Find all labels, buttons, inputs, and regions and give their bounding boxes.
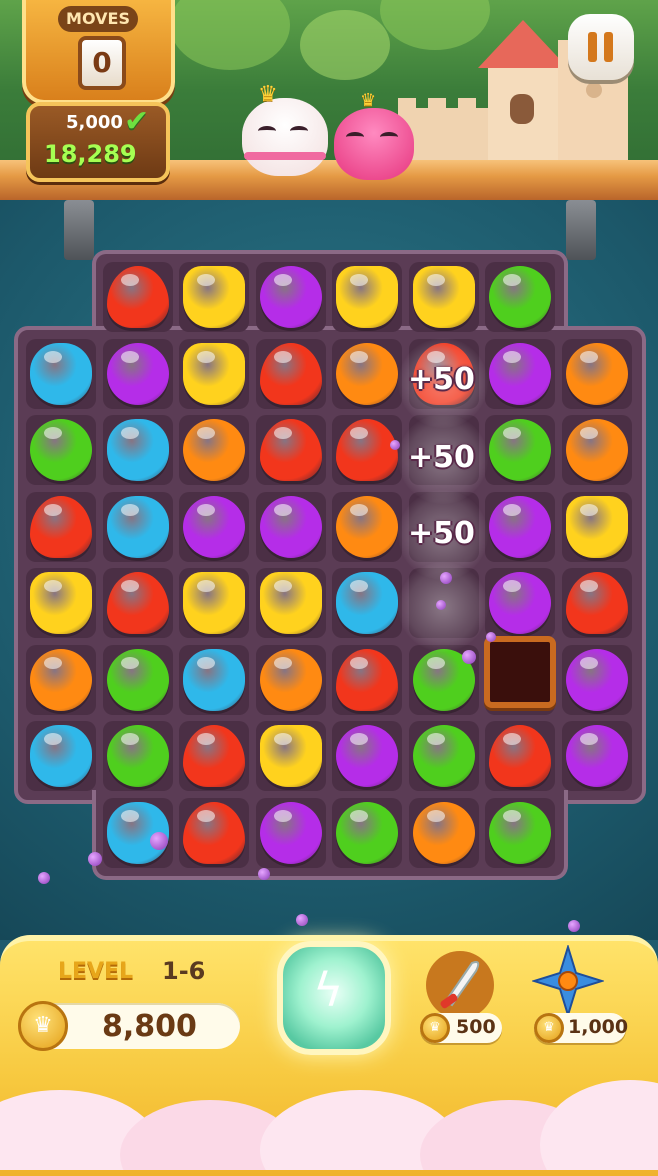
blue-gem[interactable] [336, 572, 398, 634]
coin-total: 8,800 [102, 1009, 197, 1044]
eye [290, 126, 308, 136]
green-gem[interactable] [336, 801, 398, 864]
orange-gem[interactable] [183, 419, 245, 481]
green-gem[interactable] [489, 801, 551, 864]
purple-gem[interactable] [259, 801, 322, 864]
sword-icon [426, 951, 494, 1019]
yellow-gem[interactable] [183, 266, 245, 328]
green-gem[interactable] [106, 725, 169, 787]
green-gem[interactable] [412, 725, 475, 787]
score-panel: 5,000 ✔ 18,289 [26, 102, 170, 182]
moves-label: MOVES [58, 6, 138, 32]
moves-panel: MOVES 0 [22, 0, 175, 104]
cloud [540, 1080, 658, 1170]
orange-gem[interactable] [259, 648, 322, 711]
foliage [300, 10, 390, 80]
pink-princess-character: ♛ [334, 90, 414, 180]
eye [380, 132, 398, 142]
coin-icon: ♛ [18, 1001, 68, 1051]
yellow-gem[interactable] [259, 725, 322, 787]
belt [244, 152, 326, 160]
current-score: 18,289 [44, 140, 137, 168]
sword-price-value: 500 [456, 1016, 496, 1038]
check-icon: ✔ [124, 104, 150, 139]
purple-gem[interactable] [565, 648, 628, 711]
score-popup: +50 [408, 362, 475, 397]
green-gem[interactable] [489, 266, 551, 328]
orange-gem[interactable] [336, 495, 398, 558]
yellow-gem[interactable] [30, 572, 92, 634]
power-booster-button[interactable]: ϟ [277, 941, 391, 1055]
coin-balance: ♛ 8,800 [18, 1001, 240, 1051]
bubble [568, 920, 580, 932]
score-popup: +50 [408, 516, 475, 551]
bubble [38, 872, 50, 884]
purple-gem[interactable] [183, 495, 245, 558]
blue-gem[interactable] [106, 495, 169, 558]
crown-icon: ♛ [360, 90, 377, 111]
pause-button[interactable] [568, 14, 634, 80]
purple-gem[interactable] [489, 495, 551, 558]
shuriken-price: ♛ 1,000 [534, 1013, 629, 1043]
empty-tile[interactable] [484, 636, 556, 708]
clouds-decoration [0, 1070, 658, 1170]
eye [258, 126, 276, 136]
yellow-gem[interactable] [565, 495, 628, 558]
crown-icon: ♛ [258, 82, 278, 107]
eye [346, 132, 364, 142]
orange-gem[interactable] [412, 801, 475, 864]
bubble [296, 914, 308, 926]
blue-gem[interactable] [30, 725, 92, 787]
board-bracket [566, 200, 596, 260]
bubble [150, 832, 168, 850]
target-score: 5,000 [66, 112, 123, 133]
level-label: LEVEL [58, 959, 134, 984]
bubble [440, 572, 452, 584]
score-popup: +50 [408, 440, 475, 475]
level-value: 1-6 [162, 957, 206, 985]
purple-gem[interactable] [565, 725, 628, 787]
yellow-gem[interactable] [183, 342, 245, 405]
bubble [88, 852, 102, 866]
purple-gem[interactable] [489, 572, 551, 634]
lightning-icon: ϟ [313, 963, 344, 1017]
purple-gem[interactable] [259, 266, 322, 328]
sword-price: ♛ 500 [420, 1013, 502, 1043]
bubble [258, 868, 270, 880]
board-bracket [64, 200, 94, 260]
bubble [390, 440, 400, 450]
orange-gem[interactable] [30, 648, 92, 711]
purple-gem[interactable] [336, 725, 398, 787]
yellow-gem[interactable] [336, 266, 398, 328]
shuriken-icon [530, 943, 606, 1019]
yellow-gem[interactable] [183, 572, 245, 634]
bubble [436, 600, 446, 610]
yellow-gem[interactable] [259, 572, 322, 634]
blue-gem[interactable] [30, 342, 92, 405]
coin-icon: ♛ [420, 1013, 450, 1043]
coin-icon: ♛ [534, 1013, 564, 1043]
purple-gem[interactable] [259, 495, 322, 558]
green-gem[interactable] [106, 648, 169, 711]
bubble [462, 650, 476, 664]
pause-icon [588, 32, 597, 62]
orange-gem[interactable] [565, 419, 628, 481]
blue-gem[interactable] [183, 648, 245, 711]
bubble [486, 632, 496, 642]
shuriken-price-value: 1,000 [568, 1016, 629, 1038]
white-princess-character: ♛ [242, 82, 328, 176]
sword-tool-button[interactable] [424, 949, 496, 1021]
green-gem[interactable] [489, 419, 551, 481]
yellow-gem[interactable] [412, 266, 475, 328]
purple-gem[interactable] [106, 342, 169, 405]
moves-counter: 0 [78, 36, 126, 90]
foliage [170, 0, 290, 70]
orange-gem[interactable] [336, 342, 398, 405]
pause-icon [604, 32, 613, 62]
purple-gem[interactable] [489, 342, 551, 405]
shuriken-tool-button[interactable] [530, 943, 606, 1019]
green-gem[interactable] [30, 419, 92, 481]
blue-gem[interactable] [106, 419, 169, 481]
orange-gem[interactable] [565, 342, 628, 405]
